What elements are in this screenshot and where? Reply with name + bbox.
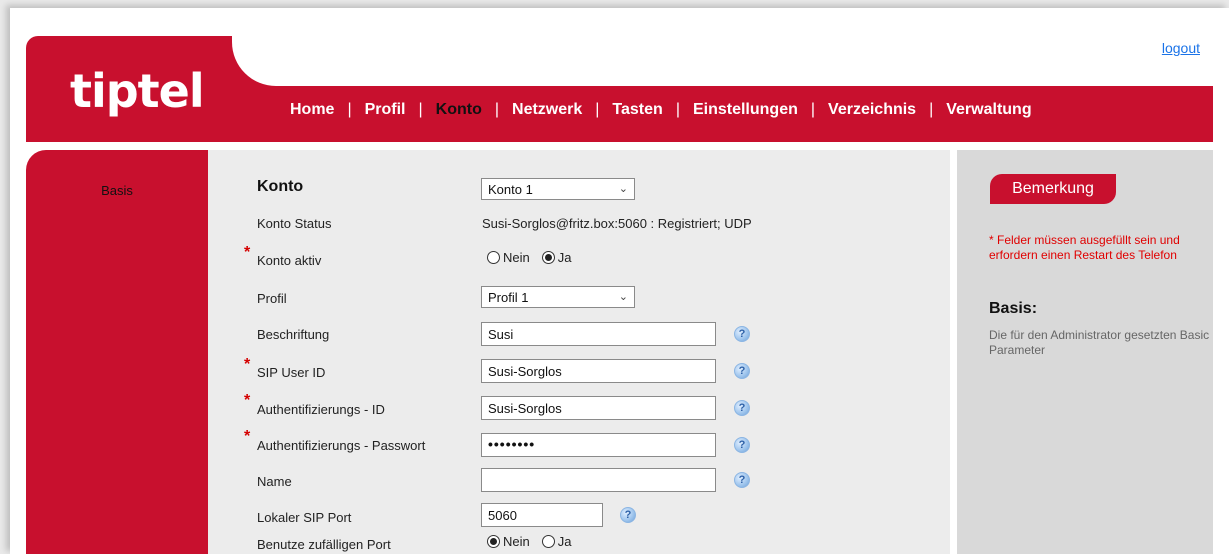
tab-tasten[interactable]: Tasten (612, 101, 662, 119)
random-port-label: Benutze zufälligen Port (257, 537, 391, 552)
radio-label: Nein (503, 250, 530, 265)
local-sip-port-input[interactable] (481, 503, 603, 527)
tab-verwaltung[interactable]: Verwaltung (946, 101, 1031, 119)
random-port-nein-radio[interactable] (487, 535, 500, 548)
radio-label: Ja (557, 534, 572, 549)
nav-separator: | (929, 101, 934, 118)
tab-netzwerk[interactable]: Netzwerk (512, 101, 582, 119)
required-marker: * (244, 392, 251, 409)
required-marker: * (244, 356, 251, 373)
nav-separator: | (494, 101, 500, 118)
required-note: * Felder müssen ausgefüllt sein und erfo… (989, 233, 1180, 262)
required-marker: * (244, 244, 251, 261)
nav-separator: | (418, 101, 423, 118)
sidebar-item-basis[interactable]: Basis (26, 183, 208, 198)
name-label: Name (257, 474, 292, 489)
tab-verzeichnis[interactable]: Verzeichnis (828, 101, 916, 119)
help-icon[interactable]: ? (734, 437, 750, 453)
konto-select-value: Konto 1 (488, 182, 533, 197)
konto-status-label: Konto Status (257, 216, 332, 231)
profil-select[interactable]: Profil 1 ⌄ (481, 286, 635, 308)
konto-aktiv-nein-radio[interactable] (487, 251, 500, 264)
random-port-radios: Nein Ja (487, 534, 583, 549)
beschriftung-input[interactable] (481, 322, 716, 346)
header-notch (232, 26, 1222, 86)
konto-status-value: Susi-Sorglos@fritz.box:5060 : Registrier… (482, 216, 752, 231)
help-icon[interactable]: ? (734, 363, 750, 379)
help-icon[interactable]: ? (734, 472, 750, 488)
auth-id-label: Authentifizierungs - ID (257, 402, 385, 417)
tab-einstellungen[interactable]: Einstellungen (693, 101, 798, 119)
nav-separator: | (595, 101, 600, 118)
radio-label: Ja (557, 250, 572, 265)
basis-title: Basis: (989, 300, 1038, 317)
sip-user-id-input[interactable] (481, 359, 716, 383)
tab-konto[interactable]: Konto (436, 101, 482, 119)
auth-password-input[interactable]: •••••••• (481, 433, 716, 457)
page-title: Konto (257, 178, 304, 195)
auth-id-input[interactable] (481, 396, 716, 420)
bemerkung-tab: Bemerkung (990, 174, 1116, 204)
main-nav: Home | Profil | Konto | Netzwerk | Taste… (290, 98, 1032, 122)
tab-profil[interactable]: Profil (365, 101, 406, 119)
beschriftung-label: Beschriftung (257, 327, 330, 342)
tab-home[interactable]: Home (290, 101, 334, 119)
profil-select-value: Profil 1 (488, 290, 529, 305)
main-content (208, 150, 950, 554)
local-sip-port-label: Lokaler SIP Port (257, 510, 352, 525)
logout-link[interactable]: logout (1162, 40, 1200, 56)
help-icon[interactable]: ? (734, 400, 750, 416)
help-icon[interactable]: ? (734, 326, 750, 342)
konto-select[interactable]: Konto 1 ⌄ (481, 178, 635, 200)
sip-user-id-label: SIP User ID (257, 365, 326, 380)
sidebar: Basis (26, 150, 208, 554)
random-port-ja-radio[interactable] (541, 535, 555, 548)
basis-description: Die für den Administrator gesetzten Basi… (989, 328, 1210, 357)
help-icon[interactable]: ? (620, 507, 636, 523)
konto-aktiv-ja-radio[interactable] (541, 251, 555, 264)
required-marker: * (244, 428, 251, 445)
profil-label: Profil (257, 291, 287, 306)
konto-aktiv-label: Konto aktiv (257, 253, 322, 268)
name-input[interactable] (481, 468, 716, 492)
radio-label: Nein (503, 534, 530, 549)
nav-separator: | (810, 101, 816, 118)
tiptel-logo: tiptel (70, 64, 205, 118)
nav-separator: | (347, 101, 352, 118)
konto-aktiv-radios: Nein Ja (487, 250, 583, 265)
chevron-down-icon: ⌄ (618, 183, 628, 195)
auth-password-label: Authentifizierungs - Passwort (257, 438, 426, 453)
chevron-down-icon: ⌄ (618, 291, 628, 303)
nav-separator: | (675, 101, 680, 118)
